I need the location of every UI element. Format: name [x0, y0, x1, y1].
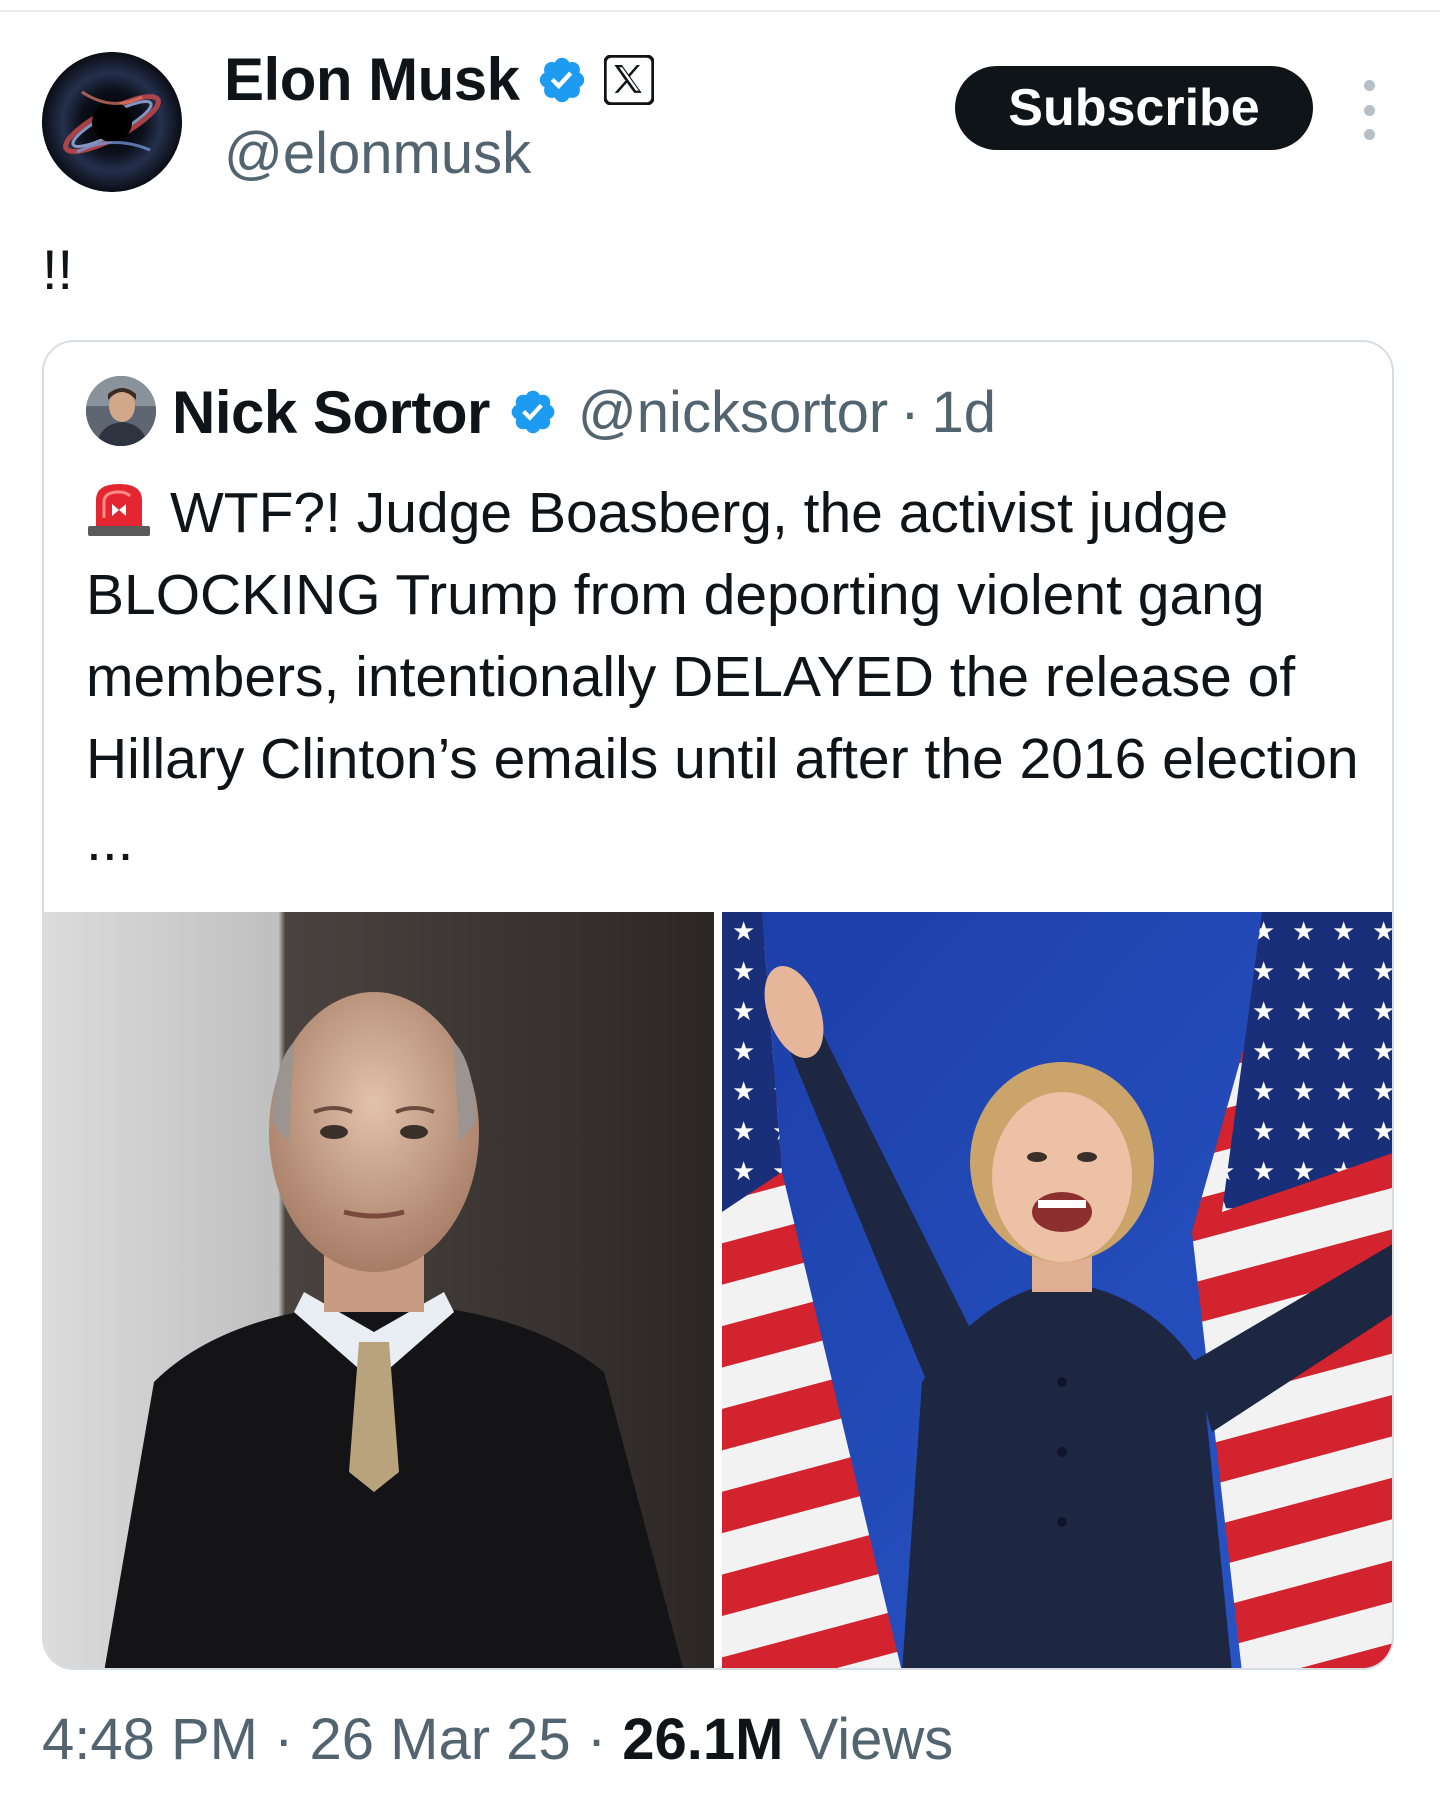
quoted-post-card[interactable]: Nick Sortor @nicksortor · 1d WTF?! Judge… [42, 340, 1394, 1670]
more-vertical-icon [1363, 80, 1375, 91]
more-dot [1363, 104, 1375, 116]
top-divider [0, 10, 1440, 12]
quote-author-avatar[interactable] [86, 376, 156, 446]
quote-media-grid: ★ [44, 912, 1392, 1668]
police-siren-icon [88, 484, 150, 536]
post-meta-row: 4:48 PM · 26 Mar 25 · 26.1M Views [42, 1700, 953, 1780]
meta-separator: · [258, 1707, 310, 1772]
quote-header: Nick Sortor @nicksortor · 1d [172, 372, 996, 452]
quote-separator: · [900, 379, 920, 445]
verified-badge-icon [539, 57, 584, 103]
quote-author-handle[interactable]: @nicksortor [578, 379, 888, 446]
quote-timestamp[interactable]: 1d [932, 379, 997, 446]
quote-author-name[interactable]: Nick Sortor [172, 378, 490, 447]
judge-photo-icon [44, 912, 714, 1668]
author-handle[interactable]: @elonmusk [224, 118, 531, 190]
quote-text: WTF?! Judge Boasberg, the activist judge… [86, 481, 1359, 873]
x-logo-icon [603, 55, 654, 105]
post-time[interactable]: 4:48 PM [42, 1707, 258, 1772]
subscribe-button[interactable]: Subscribe [955, 66, 1313, 150]
views-count[interactable]: 26.1M [622, 1707, 783, 1772]
post-text: !! [42, 238, 74, 301]
post-date[interactable]: 26 Mar 25 [310, 1707, 571, 1772]
meta-separator: · [570, 1707, 623, 1772]
celebration-photo-icon: ★ [722, 912, 1392, 1668]
more-dot [1363, 129, 1375, 140]
person-avatar-icon [86, 376, 156, 446]
photo-woman-with-american-flags[interactable]: ★ [722, 912, 1392, 1668]
quote-text-block: WTF?! Judge Boasberg, the activist judge… [86, 472, 1376, 882]
more-options-button[interactable] [1352, 80, 1386, 140]
views-label: Views [783, 1707, 954, 1772]
author-name-row[interactable]: Elon Musk [224, 40, 654, 120]
black-hole-avatar-icon [42, 52, 182, 192]
author-display-name[interactable]: Elon Musk [224, 40, 520, 120]
author-avatar[interactable] [42, 52, 182, 192]
media-divider [714, 912, 722, 1668]
photo-judge-in-robe[interactable] [44, 912, 714, 1668]
verified-badge-icon [511, 390, 555, 434]
